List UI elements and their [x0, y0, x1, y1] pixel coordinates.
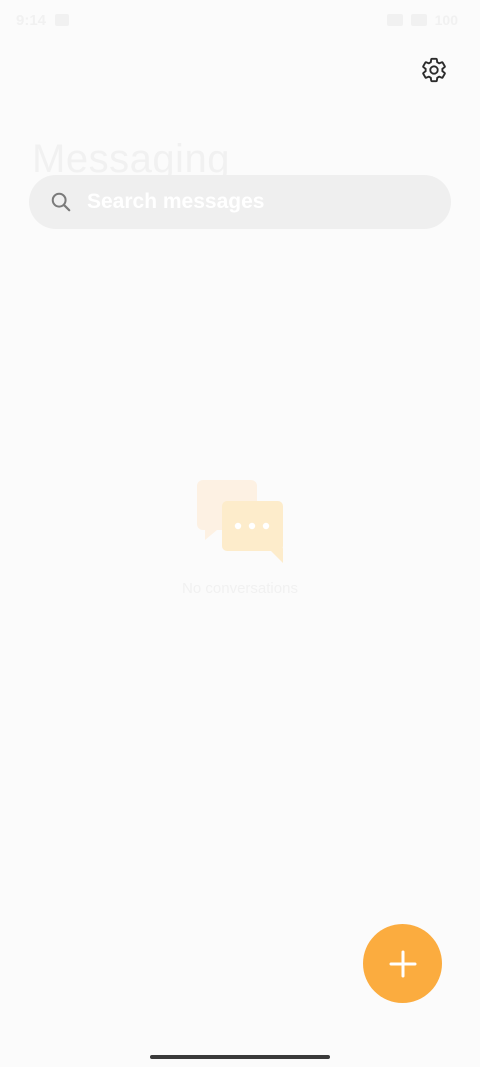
new-message-button[interactable] — [363, 924, 442, 1003]
status-icons: 100 — [386, 12, 458, 28]
chat-bubbles-icon — [197, 480, 283, 563]
battery-level: 100 — [434, 12, 458, 28]
search-bar[interactable] — [29, 175, 451, 229]
search-input[interactable] — [85, 189, 409, 215]
status-time: 9:14 — [16, 12, 47, 29]
status-bar: 9:14 100 — [0, 0, 480, 44]
home-indicator[interactable] — [150, 1055, 330, 1059]
gear-icon — [422, 57, 446, 83]
empty-state: No conversations — [150, 470, 330, 610]
plus-icon — [389, 950, 416, 977]
settings-button[interactable] — [414, 50, 454, 90]
search-icon — [49, 190, 73, 214]
empty-state-message: No conversations — [182, 580, 298, 597]
signal-icon — [386, 14, 403, 26]
notification-icon — [55, 14, 69, 26]
wifi-icon — [410, 14, 427, 26]
